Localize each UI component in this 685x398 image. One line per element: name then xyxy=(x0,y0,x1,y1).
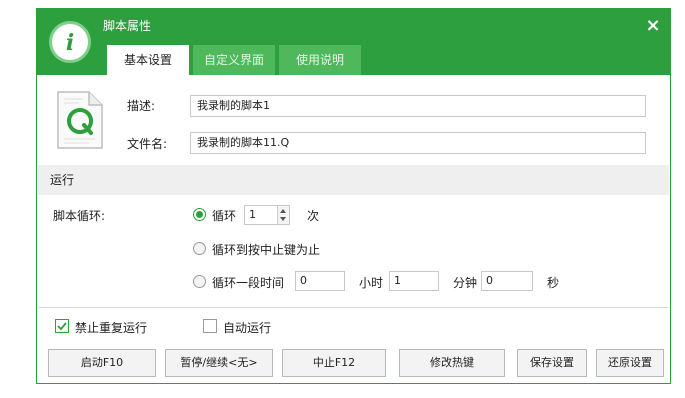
auto-run-checkbox[interactable] xyxy=(203,319,217,333)
pause-resume-button[interactable]: 暂停/继续<无> xyxy=(165,349,273,377)
description-input[interactable]: 我录制的脚本1 xyxy=(190,95,646,117)
tab-basic-settings[interactable]: 基本设置 xyxy=(107,45,189,75)
save-settings-button[interactable]: 保存设置 xyxy=(517,349,587,377)
tab-bar: 基本设置 自定义界面 使用说明 xyxy=(107,45,365,75)
hours-input[interactable]: 0 xyxy=(295,271,345,291)
title-bar[interactable]: i 脚本属性 × 基本设置 自定义界面 使用说明 xyxy=(37,9,670,75)
q-script-file-icon xyxy=(55,89,105,151)
loop-count-unit: 次 xyxy=(307,209,320,223)
filename-input[interactable]: 我录制的脚本11.Q xyxy=(190,132,646,154)
run-section-header: 运行 xyxy=(38,165,669,195)
loop-count-label: 循环 xyxy=(212,209,237,223)
description-label: 描述: xyxy=(127,99,156,113)
hours-unit: 小时 xyxy=(359,276,384,290)
svg-text:i: i xyxy=(66,30,74,56)
no-repeat-label[interactable]: 禁止重复运行 xyxy=(75,319,147,336)
modify-hotkey-button[interactable]: 修改热键 xyxy=(399,349,505,377)
stop-button[interactable]: 中止F12 xyxy=(282,349,386,377)
checkmark-icon xyxy=(57,322,67,331)
restore-settings-button[interactable]: 还原设置 xyxy=(596,349,664,377)
script-loop-label: 脚本循环: xyxy=(53,209,106,223)
seconds-input[interactable]: 0 xyxy=(481,271,533,291)
stepper-up-icon[interactable] xyxy=(280,209,286,213)
loop-count-radio[interactable] xyxy=(193,208,206,221)
minutes-input[interactable]: 1 xyxy=(389,271,439,291)
start-button[interactable]: 启动F10 xyxy=(48,349,156,377)
seconds-unit: 秒 xyxy=(547,276,560,290)
filename-label: 文件名: xyxy=(127,137,168,151)
loop-until-stop-label: 循环到按中止键为止 xyxy=(212,243,321,257)
close-button[interactable]: × xyxy=(644,17,662,35)
info-icon: i xyxy=(49,21,91,63)
auto-run-label[interactable]: 自动运行 xyxy=(223,319,271,336)
loop-duration-label: 循环一段时间 xyxy=(212,276,285,290)
divider xyxy=(38,307,669,308)
loop-duration-radio[interactable] xyxy=(193,275,206,288)
loop-count-stepper[interactable] xyxy=(278,205,290,225)
tab-instructions[interactable]: 使用说明 xyxy=(279,45,361,75)
minutes-unit: 分钟 xyxy=(453,276,478,290)
loop-count-input[interactable]: 1 xyxy=(244,205,278,225)
no-repeat-checkbox[interactable] xyxy=(55,319,69,333)
tab-custom-interface[interactable]: 自定义界面 xyxy=(193,45,275,75)
window-title: 脚本属性 xyxy=(103,19,152,33)
loop-until-stop-radio[interactable] xyxy=(193,242,206,255)
script-properties-dialog: i 脚本属性 × 基本设置 自定义界面 使用说明 描述: 我录制的脚本1 文件名… xyxy=(36,8,671,384)
stepper-down-icon[interactable] xyxy=(280,217,286,221)
